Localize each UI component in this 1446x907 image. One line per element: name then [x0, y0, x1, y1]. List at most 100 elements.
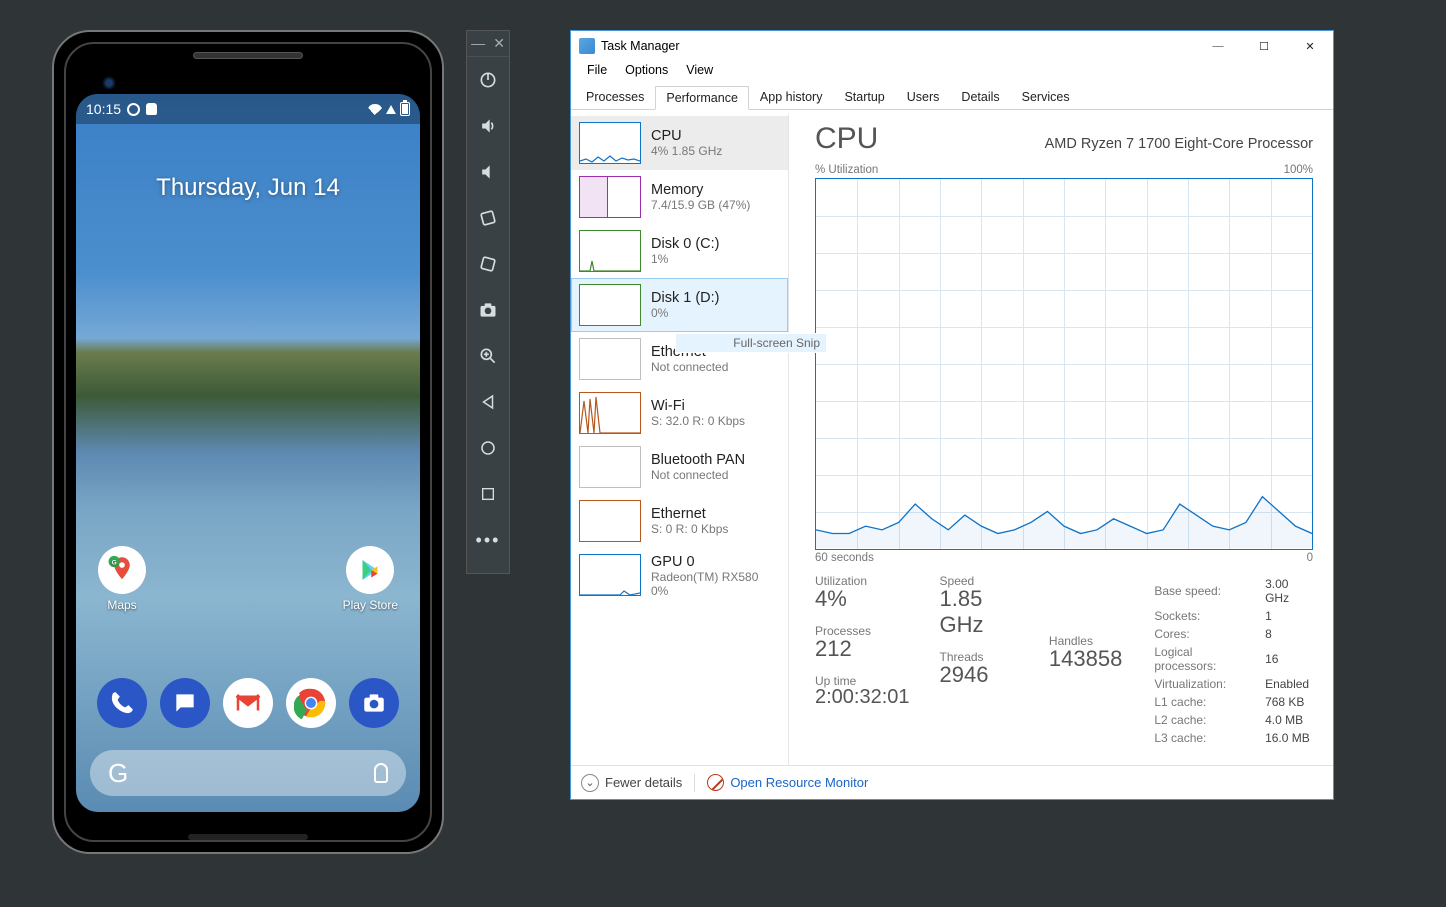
- phone-app[interactable]: [97, 678, 147, 728]
- window-minimize-button[interactable]: —: [1195, 31, 1241, 61]
- window-titlebar[interactable]: Task Manager — ☐ ✕: [571, 31, 1333, 61]
- tab-performance[interactable]: Performance: [655, 86, 749, 110]
- gmail-app[interactable]: [223, 678, 273, 728]
- svg-text:G: G: [112, 559, 117, 566]
- cpu-utilization-graph[interactable]: [815, 178, 1313, 550]
- minimize-emulator[interactable]: —: [471, 35, 485, 52]
- perf-tile-memory[interactable]: Memory7.4/15.9 GB (47%): [571, 170, 788, 224]
- close-emulator[interactable]: ✕: [493, 35, 505, 52]
- tab-app-history[interactable]: App history: [749, 85, 834, 109]
- cpu-detail-row: Sockets:1: [1154, 608, 1311, 624]
- task-manager-icon: [579, 38, 595, 54]
- cpu-detail-row: L3 cache:16.0 MB: [1154, 730, 1311, 746]
- tab-services[interactable]: Services: [1011, 85, 1081, 109]
- tab-processes[interactable]: Processes: [575, 85, 655, 109]
- window-close-button[interactable]: ✕: [1287, 31, 1333, 61]
- phone-bottom-speaker: [188, 834, 308, 840]
- snip-tooltip: Full-screen Snip: [675, 333, 789, 353]
- mic-icon[interactable]: [374, 763, 388, 783]
- battery-icon: [400, 102, 410, 116]
- power-button[interactable]: [467, 57, 509, 103]
- tile-title: Wi-Fi: [651, 398, 745, 414]
- perf-tile-bluetooth-pan[interactable]: Bluetooth PANNot connected: [571, 440, 788, 494]
- app-maps[interactable]: G Maps: [98, 546, 146, 612]
- menu-file[interactable]: File: [579, 61, 615, 82]
- graph-x-left: 60 seconds: [815, 552, 874, 564]
- tile-title: Ethernet: [651, 506, 728, 522]
- perf-tile-disk-1-d-[interactable]: Disk 1 (D:)0%: [571, 278, 788, 332]
- stat-handles-value: 143858: [1049, 646, 1122, 672]
- phone-camera: [102, 76, 116, 90]
- mini-graph: [579, 338, 641, 380]
- task-manager-window: Task Manager — ☐ ✕ File Options View Pro…: [570, 30, 1334, 800]
- tab-details[interactable]: Details: [950, 85, 1010, 109]
- battery-saver-icon: [146, 103, 157, 115]
- menu-bar: File Options View: [571, 61, 1333, 82]
- camera-app[interactable]: [349, 678, 399, 728]
- mini-graph: [579, 230, 641, 272]
- tile-title: GPU 0: [651, 554, 758, 570]
- window-maximize-button[interactable]: ☐: [1241, 31, 1287, 61]
- tile-sub: 7.4/15.9 GB (47%): [651, 198, 750, 212]
- status-time: 10:15: [86, 101, 121, 117]
- more-button[interactable]: •••: [467, 517, 509, 563]
- tile-title: CPU: [651, 128, 722, 144]
- tab-startup[interactable]: Startup: [833, 85, 895, 109]
- perf-sidebar: Full-screen Snip CPU4% 1.85 GHzMemory7.4…: [571, 114, 789, 765]
- app-label: Maps: [107, 598, 136, 612]
- status-bar[interactable]: 10:15: [76, 94, 420, 124]
- home-date[interactable]: Thursday, Jun 14: [76, 174, 420, 202]
- perf-tile-gpu-0[interactable]: GPU 0Radeon(TM) RX580 0%: [571, 548, 788, 604]
- cpu-detail-row: Cores:8: [1154, 626, 1311, 642]
- cpu-detail-row: Virtualization:Enabled: [1154, 676, 1311, 692]
- mini-graph: [579, 122, 641, 164]
- stat-uptime-value: 2:00:32:01: [815, 686, 910, 709]
- tile-title: Disk 1 (D:): [651, 290, 719, 306]
- separator: [694, 774, 695, 792]
- stat-processes-value: 212: [815, 636, 910, 662]
- graph-y-label: % Utilization: [815, 164, 878, 176]
- zoom-button[interactable]: [467, 333, 509, 379]
- cpu-detail-row: Base speed:3.00 GHz: [1154, 576, 1311, 606]
- tile-title: Disk 0 (C:): [651, 236, 719, 252]
- volume-down-button[interactable]: [467, 149, 509, 195]
- graph-y-max: 100%: [1284, 164, 1313, 176]
- phone-screen[interactable]: 10:15 Thursday, Jun 14 G Maps: [76, 94, 420, 812]
- wifi-icon: [368, 104, 382, 115]
- google-g-icon: G: [108, 758, 128, 789]
- overview-button[interactable]: [467, 471, 509, 517]
- menu-view[interactable]: View: [678, 61, 721, 82]
- fewer-details-button[interactable]: ⌄ Fewer details: [581, 774, 682, 792]
- menu-options[interactable]: Options: [617, 61, 676, 82]
- tile-sub: Radeon(TM) RX580 0%: [651, 570, 758, 598]
- tile-title: Bluetooth PAN: [651, 452, 745, 468]
- emulator-toolbar: — ✕ •••: [466, 30, 510, 574]
- google-search-bar[interactable]: G: [90, 750, 406, 796]
- tab-users[interactable]: Users: [896, 85, 951, 109]
- perf-tile-ethernet[interactable]: EthernetS: 0 R: 0 Kbps: [571, 494, 788, 548]
- tile-sub: Not connected: [651, 360, 728, 374]
- home-app-row: G Maps Play Store: [76, 546, 420, 612]
- chrome-app[interactable]: [286, 678, 336, 728]
- open-resource-monitor-link[interactable]: Open Resource Monitor: [707, 774, 868, 791]
- tile-sub: S: 32.0 R: 0 Kbps: [651, 414, 745, 428]
- signal-icon: [386, 105, 396, 114]
- mini-graph: [579, 176, 641, 218]
- stat-threads-value: 2946: [940, 662, 1019, 688]
- cpu-model: AMD Ryzen 7 1700 Eight-Core Processor: [1045, 136, 1313, 152]
- perf-tile-cpu[interactable]: CPU4% 1.85 GHz: [571, 116, 788, 170]
- tile-sub: 4% 1.85 GHz: [651, 144, 722, 158]
- screenshot-button[interactable]: [467, 287, 509, 333]
- rotate-left-button[interactable]: [467, 195, 509, 241]
- play-store-icon: [346, 546, 394, 594]
- cpu-detail-row: L1 cache:768 KB: [1154, 694, 1311, 710]
- app-play-store[interactable]: Play Store: [343, 546, 398, 612]
- messages-app[interactable]: [160, 678, 210, 728]
- perf-tile-wi-fi[interactable]: Wi-FiS: 32.0 R: 0 Kbps: [571, 386, 788, 440]
- home-button[interactable]: [467, 425, 509, 471]
- dock: [76, 678, 420, 728]
- rotate-right-button[interactable]: [467, 241, 509, 287]
- back-button[interactable]: [467, 379, 509, 425]
- perf-tile-disk-0-c-[interactable]: Disk 0 (C:)1%: [571, 224, 788, 278]
- volume-up-button[interactable]: [467, 103, 509, 149]
